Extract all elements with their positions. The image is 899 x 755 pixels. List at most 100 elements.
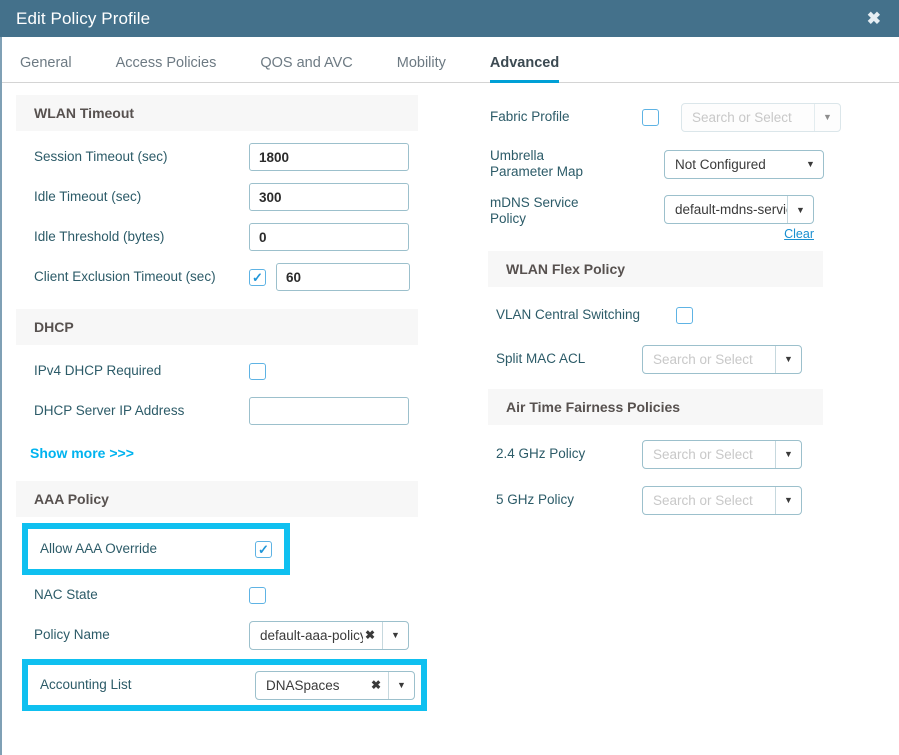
session-timeout-input[interactable] (249, 143, 409, 171)
row-policy-name: Policy Name default-aaa-policy ✖ ▼ (16, 615, 472, 655)
advanced-tab-content: WLAN Timeout Session Timeout (sec) Idle … (2, 83, 899, 711)
row-idle-timeout: Idle Timeout (sec) (16, 177, 472, 217)
accounting-list-select[interactable]: DNASpaces ✖ ▼ (255, 670, 415, 700)
vlan-central-switching-checkbox[interactable]: ✓ (676, 306, 693, 324)
tab-advanced[interactable]: Advanced (489, 55, 560, 83)
policy-5ghz-label: 5 GHz Policy (496, 492, 575, 508)
client-exclusion-timeout-label: Client Exclusion Timeout (sec) (34, 269, 216, 285)
chevron-down-icon[interactable]: ▼ (382, 621, 408, 649)
dhcp-server-ip-input[interactable] (249, 397, 409, 425)
client-exclusion-timeout-input[interactable] (276, 263, 410, 291)
accounting-list-clear-icon[interactable]: ✖ (369, 672, 388, 699)
chevron-down-icon[interactable]: ▼ (775, 486, 801, 514)
edit-policy-profile-modal: Edit Policy Profile ✖ General Access Pol… (0, 0, 899, 755)
highlight-allow-aaa-override: Allow AAA Override ✓ (22, 523, 290, 575)
fabric-profile-checkbox[interactable]: ✓ (642, 108, 659, 126)
row-split-mac-acl: Split MAC ACL Search or Select ▼ (482, 337, 887, 381)
idle-timeout-label: Idle Timeout (sec) (34, 189, 142, 205)
chevron-down-icon[interactable]: ▼ (775, 345, 801, 373)
tab-general[interactable]: General (20, 55, 72, 83)
chevron-down-icon[interactable]: ▼ (814, 103, 840, 131)
close-icon[interactable]: ✖ (863, 8, 885, 29)
policy-5ghz-select[interactable]: Search or Select ▼ (642, 485, 802, 515)
tab-access-policies[interactable]: Access Policies (116, 55, 217, 83)
chevron-down-icon[interactable]: ▼ (787, 196, 813, 223)
row-idle-threshold: Idle Threshold (bytes) (16, 217, 472, 257)
row-session-timeout: Session Timeout (sec) (16, 137, 472, 177)
split-mac-acl-select[interactable]: Search or Select ▼ (642, 344, 802, 374)
fabric-profile-label: Fabric Profile (490, 109, 570, 125)
split-mac-acl-label: Split MAC ACL (496, 351, 586, 367)
tab-mobility[interactable]: Mobility (397, 55, 446, 83)
nac-state-label: NAC State (34, 587, 98, 603)
allow-aaa-override-label: Allow AAA Override (40, 541, 158, 557)
check-icon: ✓ (252, 269, 263, 285)
modal-header: Edit Policy Profile ✖ (0, 0, 899, 37)
row-umbrella-parameter-map: Umbrella Parameter Map Not Configured ▼ (482, 139, 887, 189)
row-mdns-service-policy: mDNS Service Policy default-mdns-servic … (482, 189, 887, 243)
policy-name-value: default-aaa-policy (260, 627, 363, 643)
client-exclusion-timeout-checkbox[interactable]: ✓ (249, 268, 266, 286)
mdns-clear-link[interactable]: Clear (784, 227, 814, 241)
mdns-service-policy-value: default-mdns-servic (675, 202, 787, 217)
section-title: WLAN Timeout (34, 105, 135, 121)
section-title: DHCP (34, 319, 74, 335)
allow-aaa-override-checkbox[interactable]: ✓ (255, 540, 272, 558)
right-column: Fabric Profile ✓ Search or Select ▼ Umbr… (472, 95, 887, 711)
row-ipv4-dhcp-required: IPv4 DHCP Required ✓ (16, 351, 472, 391)
policy-name-clear-icon[interactable]: ✖ (363, 622, 382, 649)
chevron-down-icon[interactable]: ▼ (388, 671, 414, 699)
fabric-profile-select[interactable]: Search or Select ▼ (681, 102, 841, 132)
accounting-list-label: Accounting List (40, 677, 132, 693)
umbrella-label-line1: Umbrella (490, 148, 545, 164)
section-air-time-fairness-header: Air Time Fairness Policies (488, 389, 823, 425)
modal-body: General Access Policies QOS and AVC Mobi… (0, 37, 899, 755)
tab-qos-and-avc[interactable]: QOS and AVC (260, 55, 352, 83)
policy-name-select[interactable]: default-aaa-policy ✖ ▼ (249, 620, 409, 650)
mdns-label-line2: Policy (490, 210, 527, 226)
fabric-profile-placeholder: Search or Select (692, 109, 792, 125)
left-column: WLAN Timeout Session Timeout (sec) Idle … (2, 95, 472, 711)
vlan-central-switching-label: VLAN Central Switching (496, 307, 641, 323)
umbrella-parameter-map-value: Not Configured (675, 156, 766, 172)
accounting-list-value: DNASpaces (266, 677, 340, 693)
section-dhcp-header: DHCP (16, 309, 418, 345)
row-5ghz-policy: 5 GHz Policy Search or Select ▼ (482, 477, 887, 523)
idle-threshold-label: Idle Threshold (bytes) (34, 229, 165, 245)
mdns-service-policy-select[interactable]: default-mdns-servic ▼ (664, 195, 814, 224)
umbrella-parameter-map-label: Umbrella Parameter Map (490, 148, 642, 180)
mdns-service-policy-label: mDNS Service Policy (490, 195, 642, 227)
mdns-label-line1: mDNS Service (490, 195, 579, 210)
row-vlan-central-switching: VLAN Central Switching ✓ (482, 293, 887, 337)
show-more-link[interactable]: Show more >>> (30, 445, 134, 461)
section-wlan-timeout-header: WLAN Timeout (16, 95, 418, 131)
chevron-down-icon[interactable]: ▼ (798, 151, 823, 178)
session-timeout-label: Session Timeout (sec) (34, 149, 168, 165)
mdns-clear-wrapper: Clear (664, 225, 814, 243)
row-accounting-list: Accounting List DNASpaces ✖ ▼ (28, 665, 421, 705)
idle-timeout-input[interactable] (249, 183, 409, 211)
row-client-exclusion-timeout: Client Exclusion Timeout (sec) ✓ (16, 257, 472, 297)
row-fabric-profile: Fabric Profile ✓ Search or Select ▼ (482, 95, 887, 139)
check-icon: ✓ (258, 541, 269, 557)
chevron-down-icon[interactable]: ▼ (775, 440, 801, 468)
highlight-accounting-list: Accounting List DNASpaces ✖ ▼ (22, 659, 427, 711)
section-aaa-policy-header: AAA Policy (16, 481, 418, 517)
nac-state-checkbox[interactable]: ✓ (249, 586, 266, 604)
row-dhcp-server-ip: DHCP Server IP Address (16, 391, 472, 431)
row-allow-aaa-override: Allow AAA Override ✓ (28, 529, 284, 569)
section-wlan-flex-policy-header: WLAN Flex Policy (488, 251, 823, 287)
idle-threshold-input[interactable] (249, 223, 409, 251)
umbrella-label-line2: Parameter Map (490, 164, 584, 179)
section-title: WLAN Flex Policy (506, 261, 626, 277)
ipv4-dhcp-required-checkbox[interactable]: ✓ (249, 362, 266, 380)
split-mac-acl-placeholder: Search or Select (653, 351, 753, 367)
policy-24ghz-label: 2.4 GHz Policy (496, 446, 586, 462)
umbrella-parameter-map-select[interactable]: Not Configured ▼ (664, 149, 824, 179)
policy-5ghz-placeholder: Search or Select (653, 492, 753, 508)
row-24ghz-policy: 2.4 GHz Policy Search or Select ▼ (482, 431, 887, 477)
policy-24ghz-select[interactable]: Search or Select ▼ (642, 439, 802, 469)
section-title: Air Time Fairness Policies (506, 399, 681, 415)
dhcp-server-ip-label: DHCP Server IP Address (34, 403, 185, 419)
row-nac-state: NAC State ✓ (16, 575, 472, 615)
